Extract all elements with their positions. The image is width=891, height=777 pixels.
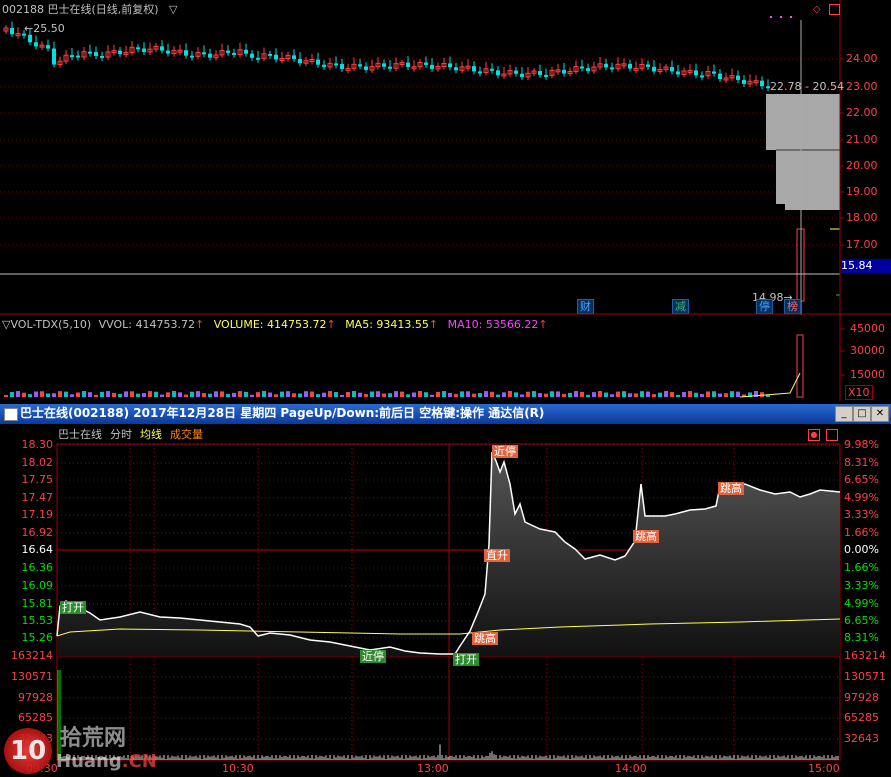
volume-axis-tick-left: 65285	[18, 711, 53, 724]
price-tick: 24.00	[846, 52, 878, 65]
price-tick: 22.00	[846, 106, 878, 119]
time-axis-tick: 13:00	[417, 762, 449, 775]
price-axis-tick: 18.02	[21, 456, 54, 469]
percent-axis-tick: 1.66%	[844, 561, 879, 574]
price-axis-tick: 15.26	[21, 631, 54, 644]
price-axis-tick: 16.09	[21, 579, 54, 592]
price-axis-tick: 17.19	[21, 508, 54, 521]
dropdown-triangle-icon[interactable]: ▽	[169, 3, 177, 16]
percent-axis-tick: 8.31%	[844, 456, 879, 469]
price-axis-tick: 16.64	[21, 543, 54, 556]
signal-annotation[interactable]: 近停	[360, 650, 386, 663]
price-axis-tick: 17.75	[21, 473, 54, 486]
price-axis-tick: 16.92	[21, 526, 54, 539]
volume-axis-tick-left: 163214	[11, 649, 53, 662]
event-tag[interactable]: 榜	[784, 299, 801, 314]
price-axis-tick: 17.47	[21, 491, 54, 504]
volume-axis-tick-right: 130571	[844, 670, 886, 683]
percent-axis-tick: 4.99%	[844, 491, 879, 504]
close-button[interactable]: ✕	[871, 406, 889, 422]
window-maximize-icon[interactable]	[826, 429, 838, 441]
window-app-icon	[4, 408, 18, 421]
price-tick: 19.00	[846, 185, 878, 198]
event-tag[interactable]: 停	[756, 299, 773, 314]
percent-axis-tick: 8.31%	[844, 631, 879, 644]
percent-axis-tick: 6.65%	[844, 614, 879, 627]
signal-annotation[interactable]: 跳高	[472, 632, 498, 645]
intraday-tab[interactable]: 分时	[110, 428, 132, 441]
high-marker: ←25.50	[24, 22, 65, 35]
price-axis-tick: 15.53	[21, 614, 54, 627]
intraday-chart[interactable]	[0, 424, 891, 776]
window-title: 巴士在线(002188) 2017年12月28日 星期四 PageUp/Down…	[20, 406, 545, 420]
volume-axis-tick-right: 65285	[844, 711, 879, 724]
event-tag[interactable]: 减	[672, 299, 689, 314]
price-tick: 23.00	[846, 80, 878, 93]
price-axis-tick: 16.36	[21, 561, 54, 574]
volume-axis-tick-left: 130571	[11, 670, 53, 683]
intraday-window-titlebar[interactable]: 巴士在线(002188) 2017年12月28日 星期四 PageUp/Down…	[0, 404, 891, 424]
volume-tick: 45000	[850, 322, 885, 335]
percent-axis-tick: 9.98%	[844, 438, 879, 451]
percent-axis-tick: 3.33%	[844, 579, 879, 592]
daily-candlestick-chart[interactable]	[0, 0, 891, 315]
price-range-label: 22.78 - 20.54	[770, 80, 844, 93]
current-price-badge: 15.84	[841, 259, 891, 273]
price-tick: 18.00	[846, 211, 878, 224]
price-tick: 20.00	[846, 159, 878, 172]
percent-axis-tick: 1.66%	[844, 526, 879, 539]
volume-unit-badge: X10	[845, 385, 873, 400]
record-icon[interactable]: ●	[808, 429, 820, 441]
signal-annotation[interactable]: 跳高	[718, 482, 744, 495]
time-axis-tick: 10:30	[222, 762, 254, 775]
volume-indicator-row: ▽VOL-TDX(5,10) VVOL: 414753.72↑ VOLUME: …	[2, 318, 548, 331]
volume-axis-tick-left: 97928	[18, 691, 53, 704]
percent-axis-tick: 0.00%	[844, 543, 879, 556]
volume-axis-tick-right: 32643	[844, 732, 879, 745]
price-axis-tick: 18.30	[21, 438, 54, 451]
volume-tick: 30000	[850, 344, 885, 357]
daily-header: 002188 巴士在线(日线,前复权)	[2, 3, 159, 16]
time-axis-tick: 15:00	[808, 762, 840, 775]
watermark-domain: Huang.CN	[56, 751, 157, 772]
maximize-icon[interactable]	[829, 4, 840, 15]
restore-button[interactable]: □	[853, 406, 871, 422]
time-axis-tick: 14:00	[615, 762, 647, 775]
diamond-icon[interactable]: ◇	[813, 3, 821, 16]
price-axis-tick: 15.81	[21, 597, 54, 610]
volume-tick: 15000	[850, 368, 885, 381]
price-tick: 17.00	[846, 238, 878, 251]
signal-annotation[interactable]: 近停	[492, 445, 518, 458]
watermark-brand: 拾荒网	[60, 726, 127, 751]
volume-axis-tick-right: 97928	[844, 691, 879, 704]
signal-annotation[interactable]: 跳高	[633, 530, 659, 543]
percent-axis-tick: 3.33%	[844, 508, 879, 521]
signal-annotation[interactable]: 直升	[484, 549, 510, 562]
event-tag[interactable]: 财	[577, 299, 594, 314]
percent-axis-tick: 4.99%	[844, 597, 879, 610]
watermark-logo-icon: 10	[4, 728, 52, 774]
intraday-tab[interactable]: 均线	[140, 428, 162, 441]
intraday-tab[interactable]: 巴士在线	[58, 428, 102, 441]
minimize-button[interactable]: _	[835, 406, 853, 422]
intraday-tab[interactable]: 成交量	[170, 428, 203, 441]
signal-annotation[interactable]: 打开	[60, 601, 86, 614]
percent-axis-tick: 6.65%	[844, 473, 879, 486]
volume-axis-tick-right: 163214	[844, 649, 886, 662]
intraday-tab-bar: 巴士在线 分时 均线 成交量	[58, 428, 211, 441]
price-tick: 21.00	[846, 133, 878, 146]
signal-annotation[interactable]: 打开	[453, 653, 479, 666]
